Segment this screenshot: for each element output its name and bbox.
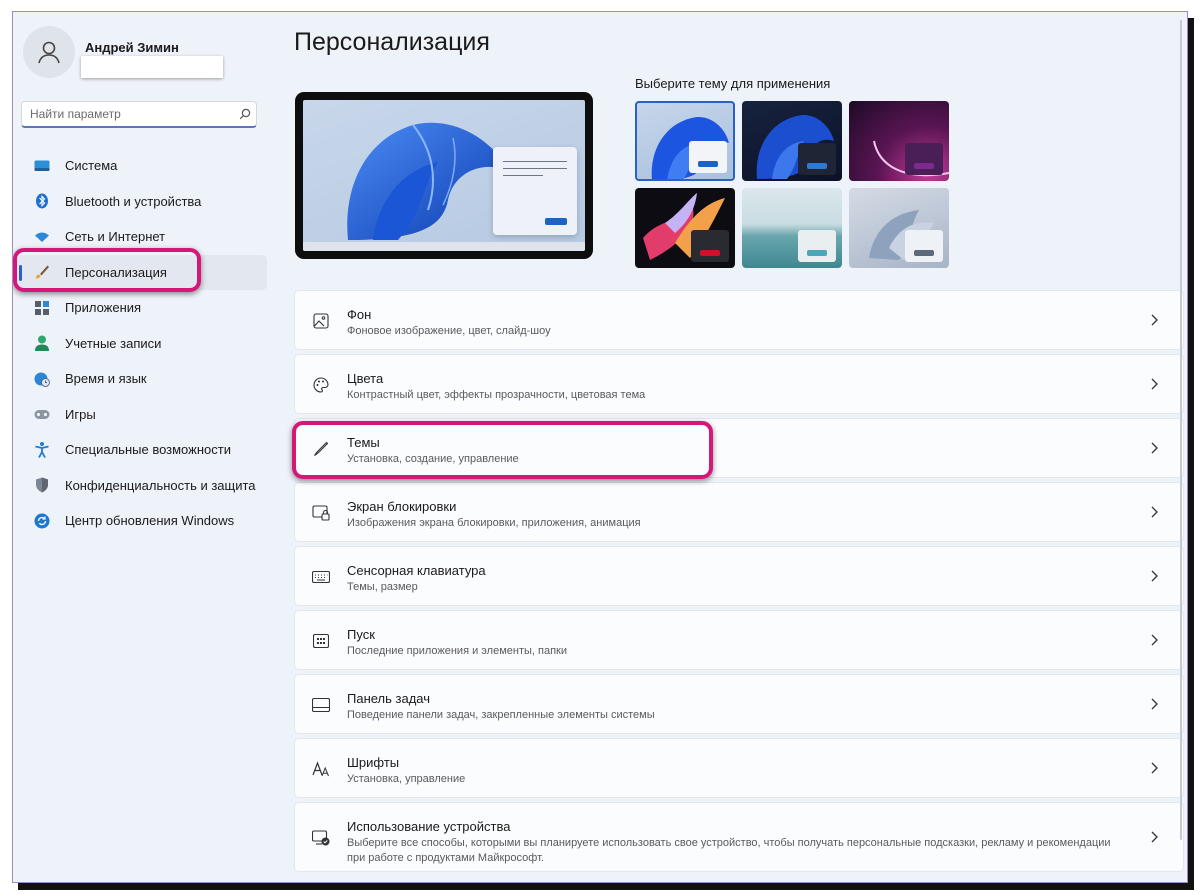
sidebar-item-time-language[interactable]: Время и язык — [17, 361, 267, 397]
sidebar-item-label: Приложения — [65, 300, 142, 316]
card-subtitle: Контрастный цвет, эффекты прозрачности, … — [347, 389, 646, 401]
chevron-right-icon — [1147, 633, 1161, 647]
card-lock-screen[interactable]: Экран блокировки Изображения экрана блок… — [294, 482, 1184, 542]
sidebar-item-apps[interactable]: Приложения — [17, 290, 267, 326]
sidebar-item-label: Сеть и Интернет — [65, 229, 166, 245]
image-icon — [311, 311, 331, 331]
sidebar-item-windows-update[interactable]: Центр обновления Windows — [17, 503, 267, 539]
update-icon — [33, 512, 51, 530]
sidebar-item-label: Время и язык — [65, 371, 147, 387]
person-icon — [38, 41, 60, 64]
keyboard-icon — [311, 567, 331, 587]
sidebar-item-accessibility[interactable]: Специальные возможности — [17, 432, 267, 468]
wifi-icon — [33, 228, 51, 246]
redacted-email — [81, 56, 223, 78]
theme-thumb-windows-light[interactable] — [635, 101, 735, 181]
sidebar-item-label: Конфиденциальность и защита — [65, 477, 256, 493]
card-subtitle: Темы, размер — [347, 581, 418, 593]
start-icon — [311, 631, 331, 651]
theme-preview — [295, 92, 593, 259]
scrollbar[interactable] — [1180, 20, 1182, 840]
card-colors[interactable]: Цвета Контрастный цвет, эффекты прозрачн… — [294, 354, 1184, 414]
sidebar-nav: Система Bluetooth и устройства Сеть и Ин… — [13, 148, 273, 539]
sidebar-item-accounts[interactable]: Учетные записи — [17, 326, 267, 362]
card-subtitle: Фоновое изображение, цвет, слайд-шоу — [347, 325, 551, 337]
card-taskbar[interactable]: Панель задач Поведение панели задач, зак… — [294, 674, 1184, 734]
highlight-annotation-themes — [292, 421, 713, 479]
theme-select-label: Выберите тему для применения — [635, 76, 831, 91]
settings-window: Андрей Зимин Система Bluetooth и устройс… — [12, 11, 1188, 883]
sidebar-item-label: Bluetooth и устройства — [65, 193, 202, 209]
theme-thumb-flow[interactable] — [849, 188, 949, 268]
card-title: Пуск — [347, 627, 375, 642]
user-profile[interactable]: Андрей Зимин — [23, 26, 273, 86]
system-icon — [33, 157, 51, 175]
card-subtitle: Изображения экрана блокировки, приложени… — [347, 517, 641, 529]
theme-thumb-windows-dark[interactable] — [742, 101, 842, 181]
device-usage-icon — [311, 828, 331, 848]
theme-thumb-sunrise-lake[interactable] — [742, 188, 842, 268]
card-title: Панель задач — [347, 691, 431, 706]
sidebar-item-system[interactable]: Система — [17, 148, 267, 184]
theme-thumb-glow[interactable] — [849, 101, 949, 181]
sidebar-item-privacy[interactable]: Конфиденциальность и защита — [17, 468, 267, 504]
apps-icon — [33, 299, 51, 317]
card-device-usage[interactable]: Использование устройства Выберите все сп… — [294, 802, 1184, 872]
sidebar-item-label: Специальные возможности — [65, 442, 231, 458]
card-background[interactable]: Фон Фоновое изображение, цвет, слайд-шоу — [294, 290, 1184, 350]
sidebar-item-label: Учетные записи — [65, 335, 162, 351]
chevron-right-icon — [1147, 441, 1161, 455]
taskbar-icon — [311, 695, 331, 715]
chevron-right-icon — [1147, 830, 1161, 844]
chevron-right-icon — [1147, 569, 1161, 583]
fonts-icon — [311, 759, 331, 779]
highlight-annotation-personalization — [13, 248, 201, 292]
card-start[interactable]: Пуск Последние приложения и элементы, па… — [294, 610, 1184, 670]
preview-desktop — [303, 100, 585, 251]
card-title: Шрифты — [347, 755, 400, 770]
search-input[interactable] — [22, 106, 234, 122]
preview-window — [493, 147, 577, 235]
card-subtitle: Поведение панели задач, закрепленные эле… — [347, 709, 655, 721]
card-title: Цвета — [347, 371, 384, 386]
search-box[interactable] — [21, 101, 257, 128]
card-subtitle: Последние приложения и элементы, папки — [347, 645, 567, 657]
settings-list: Фон Фоновое изображение, цвет, слайд-шоу… — [294, 290, 1184, 876]
theme-grid — [635, 101, 955, 273]
sidebar-item-label: Система — [65, 158, 118, 174]
card-title: Использование устройства — [347, 819, 511, 834]
card-fonts[interactable]: Шрифты Установка, управление — [294, 738, 1184, 798]
card-title: Фон — [347, 307, 372, 322]
chevron-right-icon — [1147, 505, 1161, 519]
lock-screen-icon — [311, 503, 331, 523]
search-icon[interactable] — [234, 108, 256, 120]
sidebar-item-bluetooth[interactable]: Bluetooth и устройства — [17, 184, 267, 220]
bluetooth-icon — [33, 192, 51, 210]
shield-icon — [33, 476, 51, 494]
gamepad-icon — [33, 405, 51, 423]
card-title: Экран блокировки — [347, 499, 457, 514]
user-name: Андрей Зимин — [85, 40, 179, 55]
sidebar-item-label: Игры — [65, 406, 96, 422]
avatar[interactable] — [23, 26, 75, 78]
palette-icon — [311, 375, 331, 395]
preview-taskbar — [303, 242, 585, 251]
chevron-right-icon — [1147, 761, 1161, 775]
card-touch-keyboard[interactable]: Сенсорная клавиатура Темы, размер — [294, 546, 1184, 606]
card-title: Сенсорная клавиатура — [347, 563, 486, 578]
card-subtitle: Выберите все способы, которыми вы планир… — [347, 837, 1111, 864]
sidebar-item-gaming[interactable]: Игры — [17, 397, 267, 433]
accessibility-icon — [33, 441, 51, 459]
sidebar-item-label: Центр обновления Windows — [65, 513, 235, 529]
card-subtitle: Установка, управление — [347, 773, 466, 785]
globe-clock-icon — [33, 370, 51, 388]
theme-thumb-captured-motion[interactable] — [635, 188, 735, 268]
chevron-right-icon — [1147, 377, 1161, 391]
account-icon — [33, 334, 51, 352]
page-title: Персонализация — [294, 28, 490, 56]
chevron-right-icon — [1147, 697, 1161, 711]
chevron-right-icon — [1147, 313, 1161, 327]
